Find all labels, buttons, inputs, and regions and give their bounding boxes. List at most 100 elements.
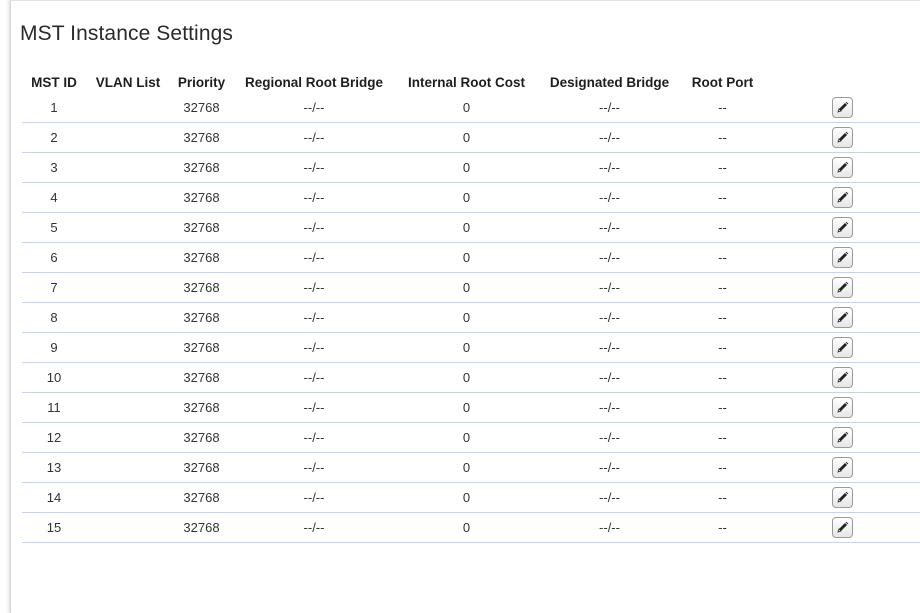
column-header-priority: Priority (177, 75, 226, 90)
cell-priority: 32768 (170, 242, 233, 273)
cell-priority: 32768 (170, 392, 233, 423)
cell-designated-bridge: --/-- (538, 512, 681, 543)
edit-button[interactable] (832, 97, 853, 118)
mst-instance-table: MST ID VLAN List Priority Regional Root … (22, 72, 920, 543)
cell-mst-id: 4 (22, 182, 86, 213)
pencil-icon (837, 131, 849, 143)
cell-vlan-list (86, 272, 170, 303)
cell-root-port: -- (681, 482, 764, 513)
edit-button[interactable] (832, 157, 853, 178)
cell-action (764, 392, 920, 423)
cell-mst-id: 15 (22, 512, 86, 543)
cell-internal-root-cost: 0 (395, 272, 538, 303)
cell-root-port: -- (681, 452, 764, 483)
edit-button[interactable] (832, 397, 853, 418)
column-header-regional-root-bridge: Regional Root Bridge (245, 75, 383, 90)
edit-button[interactable] (832, 217, 853, 238)
pencil-icon (837, 521, 849, 533)
cell-designated-bridge: --/-- (538, 212, 681, 243)
cell-mst-id: 14 (22, 482, 86, 513)
cell-priority: 32768 (170, 182, 233, 213)
edit-button[interactable] (832, 307, 853, 328)
cell-designated-bridge: --/-- (538, 362, 681, 393)
cell-mst-id: 2 (22, 122, 86, 153)
cell-vlan-list (86, 302, 170, 333)
pencil-icon (837, 221, 849, 233)
cell-regional-root-bridge: --/-- (233, 332, 395, 363)
cell-action (764, 362, 920, 393)
column-header-mst-id: MST ID (31, 75, 77, 90)
cell-designated-bridge: --/-- (538, 452, 681, 483)
cell-designated-bridge: --/-- (538, 302, 681, 333)
table-row-12: 12 32768 --/-- 0 --/-- -- (22, 422, 920, 453)
cell-vlan-list (86, 512, 170, 543)
cell-root-port: -- (681, 422, 764, 453)
cell-designated-bridge: --/-- (538, 482, 681, 513)
cell-priority: 32768 (170, 302, 233, 333)
cell-regional-root-bridge: --/-- (233, 122, 395, 153)
cell-regional-root-bridge: --/-- (233, 152, 395, 183)
cell-action (764, 152, 920, 183)
cell-regional-root-bridge: --/-- (233, 302, 395, 333)
cell-action (764, 93, 920, 123)
cell-priority: 32768 (170, 93, 233, 123)
cell-regional-root-bridge: --/-- (233, 422, 395, 453)
edit-button[interactable] (832, 337, 853, 358)
cell-internal-root-cost: 0 (395, 392, 538, 423)
edit-button[interactable] (832, 187, 853, 208)
cell-action (764, 452, 920, 483)
cell-regional-root-bridge: --/-- (233, 182, 395, 213)
cell-internal-root-cost: 0 (395, 212, 538, 243)
cell-designated-bridge: --/-- (538, 422, 681, 453)
cell-designated-bridge: --/-- (538, 392, 681, 423)
table-header-row: MST ID VLAN List Priority Regional Root … (22, 72, 920, 93)
pencil-icon (837, 191, 849, 203)
cell-internal-root-cost: 0 (395, 182, 538, 213)
cell-root-port: -- (681, 332, 764, 363)
cell-internal-root-cost: 0 (395, 242, 538, 273)
edit-button[interactable] (832, 277, 853, 298)
pencil-icon (837, 461, 849, 473)
table-row-4: 4 32768 --/-- 0 --/-- -- (22, 182, 920, 213)
cell-vlan-list (86, 152, 170, 183)
cell-designated-bridge: --/-- (538, 272, 681, 303)
edit-button[interactable] (832, 247, 853, 268)
cell-internal-root-cost: 0 (395, 482, 538, 513)
pencil-icon (837, 101, 849, 113)
table-row-5: 5 32768 --/-- 0 --/-- -- (22, 212, 920, 243)
cell-vlan-list (86, 482, 170, 513)
cell-priority: 32768 (170, 332, 233, 363)
cell-vlan-list (86, 212, 170, 243)
cell-designated-bridge: --/-- (538, 93, 681, 123)
cell-regional-root-bridge: --/-- (233, 272, 395, 303)
cell-designated-bridge: --/-- (538, 152, 681, 183)
cell-priority: 32768 (170, 122, 233, 153)
edit-button[interactable] (832, 457, 853, 478)
cell-designated-bridge: --/-- (538, 182, 681, 213)
column-header-designated-bridge: Designated Bridge (549, 75, 670, 90)
cell-root-port: -- (681, 93, 764, 123)
cell-root-port: -- (681, 362, 764, 393)
table-row-6: 6 32768 --/-- 0 --/-- -- (22, 242, 920, 273)
cell-regional-root-bridge: --/-- (233, 512, 395, 543)
edit-button[interactable] (832, 367, 853, 388)
edit-button[interactable] (832, 427, 853, 448)
cell-action (764, 272, 920, 303)
table-row-13: 13 32768 --/-- 0 --/-- -- (22, 452, 920, 483)
cell-vlan-list (86, 182, 170, 213)
cell-root-port: -- (681, 242, 764, 273)
cell-priority: 32768 (170, 272, 233, 303)
cell-regional-root-bridge: --/-- (233, 212, 395, 243)
column-header-vlan-list: VLAN List (95, 75, 161, 90)
pencil-icon (837, 401, 849, 413)
edit-button[interactable] (832, 517, 853, 538)
table-row-2: 2 32768 --/-- 0 --/-- -- (22, 122, 920, 153)
pencil-icon (837, 431, 849, 443)
cell-internal-root-cost: 0 (395, 122, 538, 153)
edit-button[interactable] (832, 127, 853, 148)
pencil-icon (837, 311, 849, 323)
cell-root-port: -- (681, 212, 764, 243)
cell-root-port: -- (681, 182, 764, 213)
edit-button[interactable] (832, 487, 853, 508)
cell-vlan-list (86, 362, 170, 393)
